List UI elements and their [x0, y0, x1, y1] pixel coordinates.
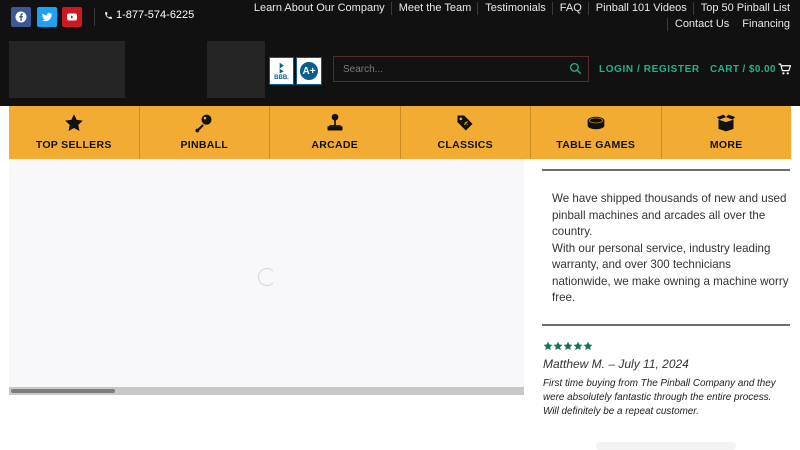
reviewer-name-date: Matthew M. – July 11, 2024 [543, 357, 689, 371]
topbar-divider [94, 8, 95, 26]
category-more[interactable]: MORE [660, 106, 792, 159]
nav-faq[interactable]: FAQ [551, 2, 588, 15]
star-rating [543, 341, 593, 351]
cart-icon[interactable] [778, 63, 791, 75]
nav-top-50-pinball-list[interactable]: Top 50 Pinball List [692, 2, 796, 15]
nav-testimonials[interactable]: Testimonials [477, 2, 552, 15]
pitch-paragraph-2: With our personal service, industry lead… [552, 241, 789, 305]
category-label: PINBALL [180, 139, 229, 151]
top-bar: 1-877-574-6225 Learn About Our Company M… [0, 0, 800, 36]
nav-pinball-101-videos[interactable]: Pinball 101 Videos [587, 2, 693, 15]
phone-icon [105, 11, 112, 19]
next-testimonial-placeholder [596, 442, 736, 450]
bbb-logo: BBB. [269, 57, 294, 85]
category-label: MORE [709, 139, 743, 151]
sidebar-divider-bottom [542, 324, 790, 326]
category-arcade[interactable]: ARCADE [269, 106, 400, 159]
bbb-torch-icon [279, 62, 284, 73]
box-icon [717, 114, 736, 132]
star-icon [563, 341, 573, 350]
pitch-paragraph-1: We have shipped thousands of new and use… [552, 192, 787, 238]
category-label: TOP SELLERS [35, 139, 112, 151]
facebook-link[interactable] [11, 7, 31, 27]
login-register-link[interactable]: LOGIN / REGISTER [599, 64, 700, 75]
search-box [333, 56, 589, 82]
nav-meet-the-team[interactable]: Meet the Team [390, 2, 478, 15]
company-pitch: We have shipped thousands of new and use… [552, 191, 790, 307]
bbb-rating-grade: A+ [300, 62, 318, 80]
scrollbar-thumb[interactable] [11, 389, 115, 393]
bbb-rating: A+ [296, 57, 322, 85]
nav-contact-us[interactable]: Contact Us [666, 18, 735, 31]
category-top-sellers[interactable]: TOP SELLERS [9, 106, 139, 159]
category-classics[interactable]: CLASSICS [399, 106, 531, 159]
search-icon[interactable] [569, 62, 582, 75]
cart-link[interactable]: CART / $0.00 [710, 64, 776, 75]
star-icon [573, 341, 583, 350]
category-nav: TOP SELLERS PINBALL ARCADE CLASSICS TABL… [9, 106, 791, 159]
testimonial-text: First time buying from The Pinball Compa… [543, 378, 776, 417]
youtube-icon [67, 13, 77, 21]
star-icon [583, 341, 593, 350]
category-label: ARCADE [311, 139, 359, 151]
nav-learn-about-company[interactable]: Learn About Our Company [247, 2, 391, 15]
tag-icon [457, 115, 473, 131]
star-icon [64, 114, 83, 131]
puck-icon [587, 116, 605, 130]
youtube-link[interactable] [62, 7, 82, 27]
category-label: TABLE GAMES [556, 139, 636, 151]
bbb-text: BBB. [274, 74, 289, 81]
site-header: BBB. A+ LOGIN / REGISTER CART / $0.00 [0, 36, 800, 106]
star-icon [553, 341, 563, 350]
top-nav: Learn About Our Company Meet the Team Te… [200, 2, 796, 31]
horizontal-scrollbar[interactable] [9, 387, 524, 395]
bbb-badge[interactable]: BBB. A+ [269, 57, 322, 85]
facebook-icon [15, 11, 27, 23]
sidebar-divider-top [542, 169, 790, 171]
phone-number: 1-877-574-6225 [116, 9, 195, 21]
category-table-games[interactable]: TABLE GAMES [530, 106, 661, 159]
search-input[interactable] [334, 57, 564, 81]
loading-spinner-icon [258, 268, 276, 286]
product-media-area [9, 159, 524, 387]
star-icon [543, 341, 553, 350]
category-pinball[interactable]: PINBALL [138, 106, 270, 159]
phone-link[interactable]: 1-877-574-6225 [104, 9, 194, 21]
twitter-link[interactable] [37, 7, 57, 27]
twitter-icon [42, 12, 53, 22]
secondary-logo [207, 41, 265, 98]
nav-financing[interactable]: Financing [735, 18, 796, 31]
pinball-icon [195, 114, 212, 133]
category-label: CLASSICS [437, 139, 493, 151]
site-logo[interactable] [9, 41, 125, 98]
joystick-icon [327, 113, 343, 131]
